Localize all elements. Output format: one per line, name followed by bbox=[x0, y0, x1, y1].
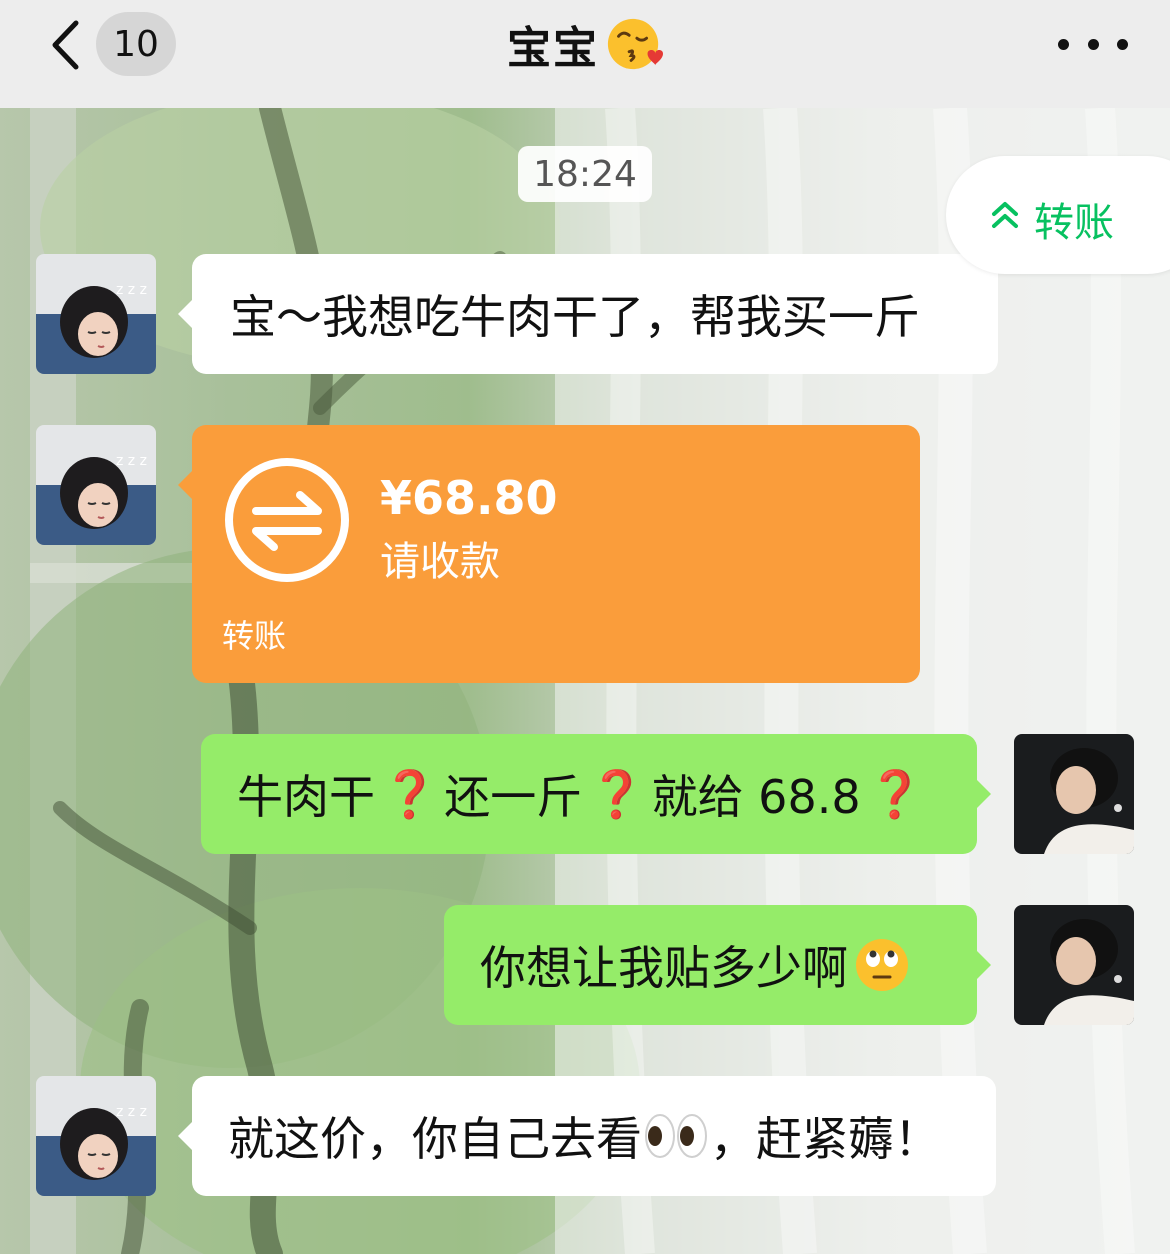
bubble-tail bbox=[977, 951, 991, 979]
svg-text:z z z: z z z bbox=[116, 282, 147, 298]
chat-header: 10 宝宝 bbox=[0, 0, 1170, 108]
red-question-mark-icon: ❓ bbox=[866, 766, 924, 821]
message-text: 你想让我贴多少啊 bbox=[480, 941, 848, 995]
message-text-part: ，赶紧薅！ bbox=[710, 1112, 940, 1166]
transfer-request-card[interactable]: ¥68.80 请收款 转账 bbox=[178, 425, 920, 683]
more-dot-icon bbox=[1058, 38, 1069, 50]
self-avatar[interactable] bbox=[1014, 905, 1134, 1025]
sleeping-girl-avatar-icon: z z z bbox=[36, 1076, 156, 1196]
transfer-status: 请收款 bbox=[380, 539, 500, 585]
red-question-mark-icon: ❓ bbox=[381, 766, 439, 821]
contact-avatar[interactable]: z z z bbox=[36, 254, 156, 374]
message-timestamp: 18:24 bbox=[518, 146, 652, 202]
eyes-icon bbox=[645, 1114, 707, 1158]
face-with-rolling-eyes-icon bbox=[856, 939, 908, 991]
message-text-part: 还一斤 bbox=[444, 770, 583, 824]
message-bubble-outgoing[interactable]: 牛肉干 ❓ 还一斤 ❓ 就给 68.8 ❓ bbox=[201, 734, 991, 854]
bubble-tail bbox=[178, 471, 192, 499]
floating-transfer-label: 转账 bbox=[1034, 200, 1114, 246]
transfer-amount: ¥68.80 bbox=[380, 471, 558, 525]
kissing-face-with-heart-icon bbox=[607, 18, 663, 70]
bubble-tail bbox=[178, 300, 192, 328]
sleeping-girl-avatar-icon: z z z bbox=[36, 425, 156, 545]
bubble-tail bbox=[178, 1122, 192, 1150]
double-chevron-up-icon bbox=[992, 202, 1018, 228]
more-dot-icon bbox=[1087, 38, 1099, 50]
self-avatar[interactable] bbox=[1014, 734, 1134, 854]
transfer-card-footer: 转账 bbox=[222, 617, 287, 655]
message-text-part: 就这价，你自己去看 bbox=[228, 1112, 642, 1166]
sleeping-girl-avatar-icon: z z z bbox=[36, 254, 156, 374]
message-text-part: 牛肉干 bbox=[237, 770, 375, 824]
more-dot-icon bbox=[1117, 38, 1128, 50]
boy-avatar-icon bbox=[1014, 734, 1134, 854]
message-bubble-incoming[interactable]: 就这价，你自己去看 ，赶紧薅！ bbox=[178, 1076, 996, 1196]
more-options-button[interactable] bbox=[1058, 22, 1128, 66]
message-text: 宝～我想吃牛肉干了，帮我买一斤 bbox=[230, 290, 920, 344]
contact-avatar[interactable]: z z z bbox=[36, 1076, 156, 1196]
red-question-mark-icon: ❓ bbox=[588, 766, 646, 821]
svg-text:z z z: z z z bbox=[116, 1104, 147, 1120]
message-bubble-incoming[interactable]: 宝～我想吃牛肉干了，帮我买一斤 bbox=[178, 254, 998, 374]
transfer-arrows-icon bbox=[225, 458, 349, 582]
contact-name: 宝宝 bbox=[507, 23, 599, 74]
floating-transfer-button[interactable]: 转账 bbox=[946, 156, 1170, 274]
message-bubble-outgoing[interactable]: 你想让我贴多少啊 bbox=[444, 905, 991, 1025]
bubble-tail bbox=[977, 780, 991, 808]
svg-text:z z z: z z z bbox=[116, 453, 147, 469]
contact-avatar[interactable]: z z z bbox=[36, 425, 156, 545]
boy-avatar-icon bbox=[1014, 905, 1134, 1025]
message-text-part: 就给 68.8 bbox=[651, 770, 861, 824]
chat-title: 宝宝 bbox=[0, 12, 1170, 76]
